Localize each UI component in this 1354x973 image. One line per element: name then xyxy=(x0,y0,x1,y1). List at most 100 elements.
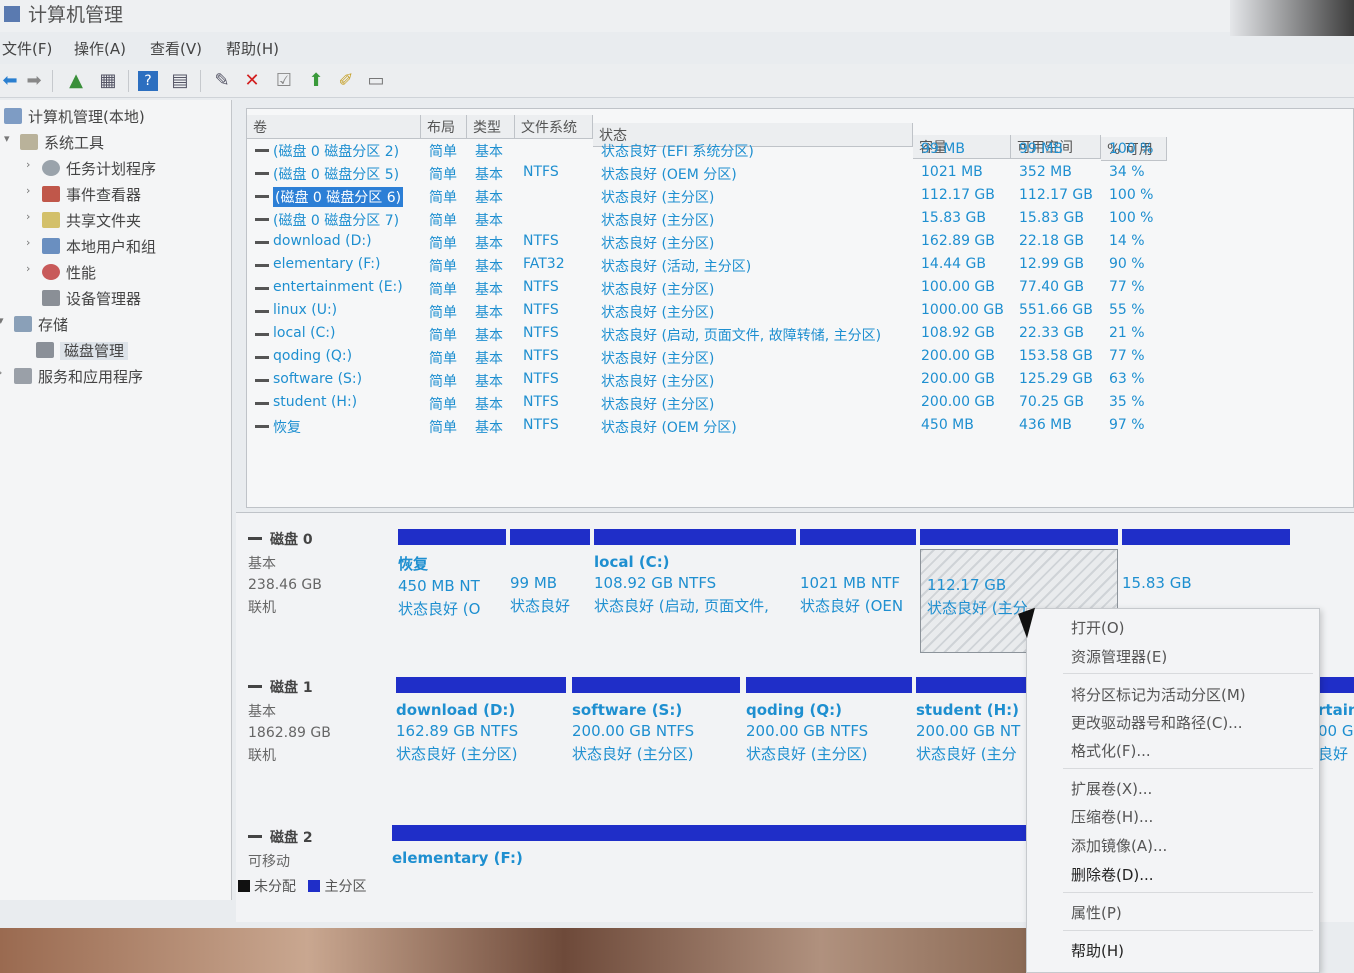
partition-disk0-7[interactable]: 15.83 GB xyxy=(1122,529,1290,592)
tree-item-event-viewer[interactable]: › 事件查看器 xyxy=(26,184,141,205)
view-icon[interactable]: ▭ xyxy=(366,71,386,91)
menu-item-help[interactable]: 帮助(H) xyxy=(1071,940,1124,961)
volume-layout: 简单 xyxy=(429,190,457,206)
chevron-right-icon[interactable]: › xyxy=(0,366,2,379)
menu-item-shrink[interactable]: 压缩卷(H)... xyxy=(1071,806,1153,827)
volume-row[interactable]: 恢复 简单 基本 NTFS 状态良好 (OEM 分区) 450 MB 436 MB 97 % xyxy=(247,415,1354,438)
partition-elementary-f[interactable]: elementary (F:) xyxy=(392,825,1026,867)
volume-status: 状态良好 (主分区) xyxy=(601,236,715,252)
tree-item-task-scheduler[interactable]: › 任务计划程序 xyxy=(26,158,156,179)
help-icon[interactable]: ? xyxy=(138,71,158,91)
volume-fs: NTFS xyxy=(523,164,559,180)
menu-help[interactable]: 帮助(H) xyxy=(226,38,279,59)
import-icon[interactable]: ⬆ xyxy=(306,71,326,91)
volume-fs: NTFS xyxy=(523,348,559,364)
menu-item-properties[interactable]: 属性(P) xyxy=(1071,902,1122,923)
menu-item-mark-active[interactable]: 将分区标记为活动分区(M) xyxy=(1071,684,1246,705)
volume-row[interactable]: student (H:) 简单 基本 NTFS 状态良好 (主分区) 200.00 GB 7… xyxy=(247,392,1354,415)
volume-row[interactable]: (磁盘 0 磁盘分区 7) 简单 基本 状态良好 (主分区) 15.83 GB 15.83… xyxy=(247,208,1354,231)
volume-row[interactable]: (磁盘 0 磁盘分区 6) 简单 基本 状态良好 (主分区) 112.17 GB 112.… xyxy=(247,185,1354,208)
menu-item-delete-volume[interactable]: 删除卷(D)... xyxy=(1071,864,1154,885)
column-layout[interactable]: 布局 xyxy=(421,115,467,139)
volume-type: 基本 xyxy=(475,305,503,321)
disk-1-label[interactable]: 磁盘 1 基本 1862.89 GB 联机 xyxy=(248,677,331,765)
tree-item-services[interactable]: ›服务和应用程序 xyxy=(0,366,143,387)
menu-action[interactable]: 操作(A) xyxy=(74,38,126,59)
chevron-right-icon[interactable]: › xyxy=(26,262,30,275)
chevron-right-icon[interactable]: › xyxy=(26,158,30,171)
volume-row[interactable]: linux (U:) 简单 基本 NTFS 状态良好 (主分区) 1000.00 GB 55… xyxy=(247,300,1354,323)
volume-icon xyxy=(255,195,269,198)
column-volume[interactable]: 卷 xyxy=(247,115,421,139)
menu-item-change-drive-letter[interactable]: 更改驱动器号和路径(C)... xyxy=(1071,712,1242,733)
volume-capacity: 112.17 GB xyxy=(921,187,995,203)
menu-view[interactable]: 查看(V) xyxy=(150,38,202,59)
volume-fs: NTFS xyxy=(523,325,559,341)
tree-item-disk-management[interactable]: 磁盘管理 xyxy=(36,340,129,361)
partition-efi[interactable]: 99 MB 状态良好 xyxy=(510,529,590,616)
volume-status: 状态良好 (主分区) xyxy=(601,397,715,413)
volume-type: 基本 xyxy=(475,236,503,252)
volume-fs: FAT32 xyxy=(523,256,565,272)
menu-item-format[interactable]: 格式化(F)... xyxy=(1071,740,1151,761)
menu-item-open[interactable]: 打开(O) xyxy=(1071,617,1125,638)
volume-row[interactable]: (磁盘 0 磁盘分区 2) 简单 基本 状态良好 (EFI 系统分区) 99 MB 99 … xyxy=(247,139,1354,162)
volume-capacity: 1021 MB xyxy=(921,164,983,180)
volume-row[interactable]: entertainment (E:) 简单 基本 NTFS 状态良好 (主分区) 100.… xyxy=(247,277,1354,300)
partition-recovery[interactable]: 恢复 450 MB NT 状态良好 (O xyxy=(398,529,506,619)
volume-row[interactable]: software (S:) 简单 基本 NTFS 状态良好 (主分区) 200.00 GB… xyxy=(247,369,1354,392)
menu-file[interactable]: 文件(F) xyxy=(2,38,52,59)
services-icon xyxy=(14,368,32,384)
volume-row[interactable]: elementary (F:) 简单 基本 FAT32 状态良好 (活动, 主分区) 14… xyxy=(247,254,1354,277)
disk-0-label[interactable]: 磁盘 0 基本 238.46 GB 联机 xyxy=(248,529,322,617)
column-type[interactable]: 类型 xyxy=(467,115,515,139)
volume-layout: 简单 xyxy=(429,259,457,275)
tree-item-root[interactable]: 计算机管理(本地) xyxy=(4,106,145,127)
volume-capacity: 108.92 GB xyxy=(921,325,995,341)
chevron-right-icon[interactable]: › xyxy=(26,184,30,197)
volume-pct: 63 % xyxy=(1109,371,1145,387)
menu-item-extend[interactable]: 扩展卷(X)... xyxy=(1071,778,1152,799)
delete-icon[interactable]: ✕ xyxy=(242,71,262,91)
tree-item-system-tools[interactable]: ▾ 系统工具 xyxy=(4,132,104,153)
column-filesystem[interactable]: 文件系统 xyxy=(515,115,593,139)
connect-icon[interactable]: ✎ xyxy=(212,71,232,91)
menu-item-add-mirror[interactable]: 添加镜像(A)... xyxy=(1071,835,1167,856)
show-hide-tree-icon[interactable]: ▦ xyxy=(98,71,118,91)
disk-2-label[interactable]: 磁盘 2 可移动 xyxy=(248,827,313,871)
volume-type: 基本 xyxy=(475,259,503,275)
forward-icon[interactable]: ➡ xyxy=(24,71,44,91)
tree-item-shared-folders[interactable]: › 共享文件夹 xyxy=(26,210,141,231)
volume-row[interactable]: qoding (Q:) 简单 基本 NTFS 状态良好 (主分区) 200.00 GB 15… xyxy=(247,346,1354,369)
partition-qoding-q[interactable]: qoding (Q:) 200.00 GB NTFS 状态良好 (主分区) xyxy=(746,677,912,764)
partition-entertainment-e[interactable]: rtain 00 G 良好 xyxy=(1318,677,1354,764)
properties-icon[interactable]: ▤ xyxy=(170,71,190,91)
volume-status: 状态良好 (启动, 页面文件, 故障转储, 主分区) xyxy=(601,328,882,344)
tree-item-performance[interactable]: › 性能 xyxy=(26,262,96,283)
partition-software-s[interactable]: software (S:) 200.00 GB NTFS 状态良好 (主分区) xyxy=(572,677,740,764)
volume-row[interactable]: (磁盘 0 磁盘分区 5) 简单 基本 NTFS 状态良好 (OEM 分区) 1021 M… xyxy=(247,162,1354,185)
checklist-icon[interactable]: ☑ xyxy=(274,71,294,91)
chevron-down-icon[interactable]: ▾ xyxy=(0,314,4,327)
tree-item-storage[interactable]: ▾ 存储 xyxy=(0,314,68,335)
volume-row[interactable]: local (C:) 简单 基本 NTFS 状态良好 (启动, 页面文件, 故障转储, … xyxy=(247,323,1354,346)
volume-row[interactable]: download (D:) 简单 基本 NTFS 状态良好 (主分区) 162.89 GB… xyxy=(247,231,1354,254)
partition-local-c[interactable]: local (C:) 108.92 GB NTFS 状态良好 (启动, 页面文件, xyxy=(594,529,796,616)
back-icon[interactable]: ⬅ xyxy=(0,71,20,91)
chevron-right-icon[interactable]: › xyxy=(26,236,30,249)
partition-download-d[interactable]: download (D:) 162.89 GB NTFS 状态良好 (主分区) xyxy=(396,677,566,764)
menu-item-explorer[interactable]: 资源管理器(E) xyxy=(1071,646,1167,667)
chevron-right-icon[interactable]: › xyxy=(26,210,30,223)
partition-student-h[interactable]: student (H:) 200.00 GB NT 状态良好 (主分 xyxy=(916,677,1026,764)
volume-name: qoding (Q:) xyxy=(273,348,353,364)
tree-item-device-manager[interactable]: 设备管理器 xyxy=(42,288,141,309)
tree-item-local-users[interactable]: › 本地用户和组 xyxy=(26,236,156,257)
partition-oem[interactable]: 1021 MB NTF 状态良好 (OEN xyxy=(800,529,916,616)
window-title: 计算机管理 xyxy=(28,4,124,26)
volume-free: 70.25 GB xyxy=(1019,394,1084,410)
chevron-down-icon[interactable]: ▾ xyxy=(4,132,10,145)
volume-capacity: 200.00 GB xyxy=(921,348,995,364)
volume-icon xyxy=(255,218,269,221)
up-folder-icon[interactable]: ▲ xyxy=(66,71,86,91)
export-icon[interactable]: ✐ xyxy=(336,71,356,91)
